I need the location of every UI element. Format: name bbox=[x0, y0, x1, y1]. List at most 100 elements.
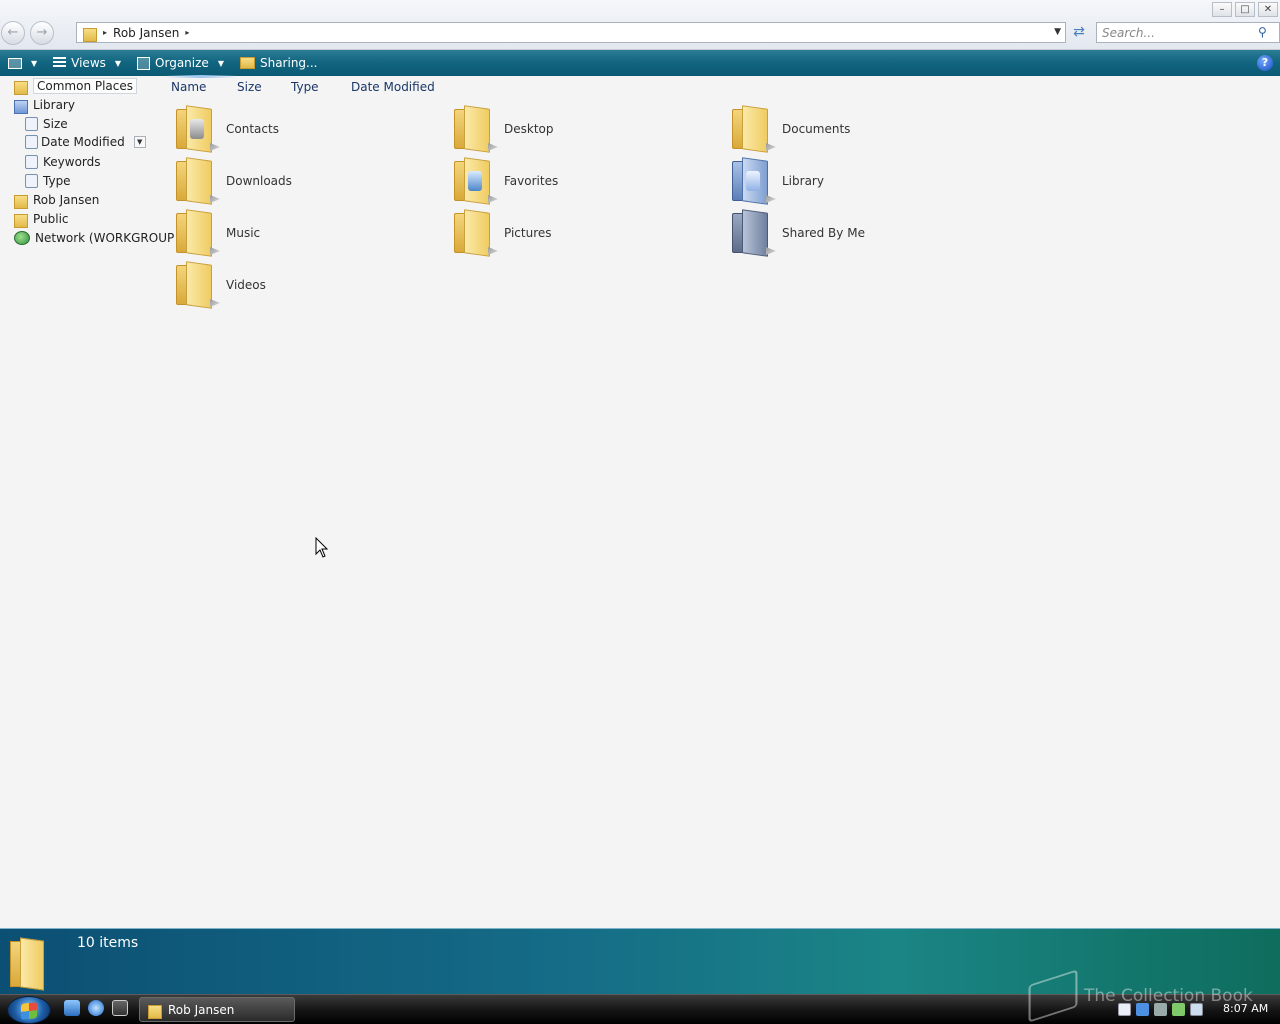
downloads-folder-icon bbox=[176, 157, 220, 205]
breadcrumb-separator-icon[interactable]: ▸ bbox=[185, 28, 189, 37]
tray-shield-icon[interactable] bbox=[1172, 1002, 1185, 1016]
music-folder-icon bbox=[176, 209, 220, 257]
back-button[interactable]: ← bbox=[1, 21, 25, 45]
search-input[interactable] bbox=[1096, 22, 1280, 43]
folder-item-pictures[interactable]: Pictures bbox=[454, 209, 714, 257]
nav-item-date-modified[interactable]: Date Modified ▼ bbox=[25, 133, 146, 151]
views-icon bbox=[53, 57, 67, 69]
chevron-down-icon: ▼ bbox=[114, 58, 122, 68]
organize-label: Organize bbox=[155, 56, 209, 70]
nav-item-label: Date Modified bbox=[41, 135, 125, 149]
nav-item-label: Rob Jansen bbox=[33, 193, 100, 207]
folder-item-contacts[interactable]: Contacts bbox=[176, 105, 436, 153]
folder-icon bbox=[14, 212, 28, 228]
folder-item-favorites[interactable]: Favorites bbox=[454, 157, 714, 205]
nav-item-type[interactable]: Type bbox=[25, 172, 71, 190]
nav-item-label: Type bbox=[43, 174, 71, 188]
mouse-cursor-icon bbox=[315, 537, 329, 558]
taskbar-clock[interactable]: 8:07 AM bbox=[1223, 1002, 1268, 1015]
folder-icon bbox=[10, 937, 50, 991]
tray-sync-icon[interactable] bbox=[1136, 1002, 1149, 1016]
nav-item-keywords[interactable]: Keywords bbox=[25, 153, 101, 171]
quicklaunch-internet-explorer-icon[interactable] bbox=[88, 1000, 104, 1016]
nav-item-rob-jansen[interactable]: Rob Jansen bbox=[14, 191, 99, 209]
tray-network-icon[interactable] bbox=[1190, 1002, 1203, 1016]
quicklaunch-explorer-icon[interactable] bbox=[64, 1000, 80, 1016]
magnifier-icon[interactable]: ⚲ bbox=[1258, 25, 1272, 39]
help-icon[interactable]: ? bbox=[1257, 55, 1273, 71]
layout-icon bbox=[8, 57, 22, 69]
breadcrumb-separator-icon[interactable]: ▸ bbox=[103, 28, 107, 37]
column-header-size[interactable]: Size bbox=[237, 80, 262, 96]
folder-item-label: Videos bbox=[226, 278, 266, 292]
folder-item-label: Contacts bbox=[226, 122, 279, 136]
folder-item-label: Downloads bbox=[226, 174, 292, 188]
nav-item-label: Keywords bbox=[43, 155, 101, 169]
folder-icon bbox=[14, 193, 28, 209]
folder-item-library[interactable]: Library bbox=[732, 157, 992, 205]
library-icon bbox=[14, 98, 28, 114]
nav-item-label: Common Places bbox=[33, 78, 138, 94]
folder-item-documents[interactable]: Documents bbox=[732, 105, 992, 153]
nav-item-label: Size bbox=[43, 117, 68, 131]
library-folder-icon bbox=[732, 157, 776, 205]
folder-item-label: Music bbox=[226, 226, 261, 240]
book-icon bbox=[1028, 969, 1078, 1023]
videos-folder-icon bbox=[176, 261, 220, 309]
forward-button[interactable]: → bbox=[30, 21, 54, 45]
nav-item-label: Library bbox=[33, 98, 75, 112]
chevron-down-icon: ▼ bbox=[31, 58, 38, 68]
folder-item-label: Shared By Me bbox=[782, 226, 865, 240]
folder-item-desktop[interactable]: Desktop bbox=[454, 105, 714, 153]
organize-button[interactable]: Organize ▼ bbox=[129, 50, 232, 76]
breadcrumb-rob-jansen[interactable]: Rob Jansen bbox=[113, 26, 179, 40]
folder-item-downloads[interactable]: Downloads bbox=[176, 157, 436, 205]
address-bar[interactable]: ▸ Rob Jansen ▸ ▼ bbox=[76, 22, 1066, 43]
nav-item-label: Public bbox=[33, 212, 69, 226]
column-header-type[interactable]: Type bbox=[291, 80, 319, 96]
item-count: 10 items bbox=[77, 935, 139, 951]
address-history-dropdown-icon[interactable]: ▼ bbox=[1054, 27, 1061, 37]
column-header-name[interactable]: Name bbox=[164, 75, 238, 96]
pictures-folder-icon bbox=[454, 209, 498, 257]
search-folder-icon bbox=[25, 117, 38, 131]
sharing-icon bbox=[239, 57, 255, 69]
chevron-down-icon[interactable]: ▼ bbox=[133, 136, 146, 148]
search-folder-icon bbox=[25, 155, 38, 169]
contacts-folder-icon bbox=[176, 105, 220, 153]
tray-security-icon[interactable] bbox=[1118, 1002, 1131, 1016]
folder-item-music[interactable]: Music bbox=[176, 209, 436, 257]
refresh-icon[interactable]: ⇄ bbox=[1068, 22, 1090, 43]
taskbar-button-rob-jansen[interactable]: Rob Jansen bbox=[139, 997, 295, 1022]
nav-item-library[interactable]: Library bbox=[14, 96, 75, 114]
desktop-folder-icon bbox=[454, 105, 498, 153]
folder-icon bbox=[14, 79, 28, 95]
nav-item-public[interactable]: Public bbox=[14, 210, 69, 228]
taskbar-button-label: Rob Jansen bbox=[168, 1002, 235, 1017]
search-folder-icon bbox=[25, 174, 38, 188]
nav-item-label: Network (WORKGROUP bbox=[35, 231, 175, 245]
folder-item-shared-by-me[interactable]: Shared By Me bbox=[732, 209, 992, 257]
network-icon bbox=[14, 231, 30, 245]
start-button[interactable] bbox=[7, 996, 51, 1024]
minimize-button[interactable]: – bbox=[1212, 2, 1232, 17]
layout-button[interactable]: ▼ bbox=[0, 50, 45, 76]
nav-item-size[interactable]: Size bbox=[25, 115, 68, 133]
views-label: Views bbox=[71, 56, 106, 70]
nav-item-common-places[interactable]: Common Places bbox=[14, 77, 138, 95]
folder-item-videos[interactable]: Videos bbox=[176, 261, 436, 309]
column-header-date-modified[interactable]: Date Modified bbox=[351, 80, 435, 96]
close-button[interactable]: ✕ bbox=[1258, 2, 1278, 17]
nav-item-network[interactable]: Network (WORKGROUP bbox=[14, 229, 174, 247]
command-bar: ▼ Views ▼ Organize ▼ Sharing... ? bbox=[0, 50, 1280, 76]
quicklaunch-switch-windows-icon[interactable] bbox=[112, 1000, 128, 1016]
folder-item-label: Library bbox=[782, 174, 824, 188]
tray-update-icon[interactable] bbox=[1154, 1002, 1167, 1016]
views-button[interactable]: Views ▼ bbox=[45, 50, 129, 76]
sharing-label: Sharing... bbox=[259, 56, 318, 70]
folder-item-label: Pictures bbox=[504, 226, 552, 240]
shared-folder-icon bbox=[732, 209, 776, 257]
documents-folder-icon bbox=[732, 105, 776, 153]
maximize-button[interactable]: □ bbox=[1235, 2, 1255, 17]
sharing-button[interactable]: Sharing... bbox=[232, 50, 326, 76]
